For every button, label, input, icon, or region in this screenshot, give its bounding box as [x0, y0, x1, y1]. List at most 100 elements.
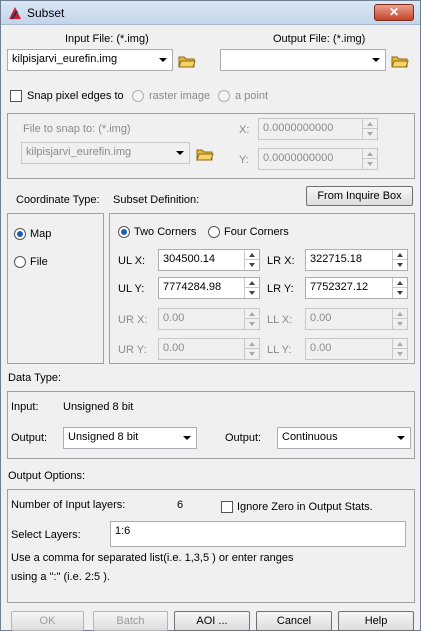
help-button[interactable]: Help	[338, 611, 414, 631]
a-point-radio[interactable]	[218, 90, 230, 102]
lry-label: LR Y:	[267, 283, 294, 295]
spinner-icon[interactable]	[392, 278, 407, 298]
lrx-label: LR X:	[267, 255, 295, 267]
snap-file-value: kilpisjarvi_eurefin.img	[26, 146, 132, 158]
file-radio[interactable]	[14, 256, 26, 268]
lrx-field[interactable]: 322715.18	[305, 249, 408, 271]
two-corners-radio[interactable]	[118, 226, 130, 238]
raster-image-label: raster image	[149, 90, 211, 102]
ignore-zero-label: Ignore Zero in Output Stats.	[237, 501, 373, 513]
spinner-icon[interactable]	[362, 119, 377, 139]
ury-field[interactable]: 0.00	[158, 338, 260, 360]
spinner-icon[interactable]	[244, 278, 259, 298]
uly-field[interactable]: 7774284.98	[158, 277, 260, 299]
window-title: Subset	[27, 6, 65, 20]
ulx-value: 304500.14	[163, 253, 215, 265]
spinner-icon[interactable]	[244, 250, 259, 270]
app-icon	[9, 7, 21, 20]
snap-file-combo[interactable]: kilpisjarvi_eurefin.img	[21, 142, 190, 164]
snap-checkbox[interactable]	[10, 90, 22, 102]
data-type-label: Data Type:	[8, 372, 61, 384]
output-layer-type-combo[interactable]: Continuous	[277, 427, 411, 449]
llx-value: 0.00	[310, 312, 332, 324]
subset-definition-label: Subset Definition:	[113, 194, 200, 206]
batch-button[interactable]: Batch	[93, 611, 168, 631]
two-corners-label: Two Corners	[134, 226, 197, 238]
input-type-value: Unsigned 8 bit	[63, 401, 134, 413]
map-radio[interactable]	[14, 228, 26, 240]
chevron-down-icon	[183, 436, 191, 440]
cancel-button[interactable]: Cancel	[256, 611, 332, 631]
spinner-icon[interactable]	[392, 309, 407, 329]
chevron-down-icon	[159, 58, 167, 62]
input-layers-value: 6	[177, 499, 184, 511]
map-label: Map	[30, 228, 52, 240]
ignore-zero-checkbox[interactable]	[221, 501, 233, 513]
output-file-combo[interactable]	[220, 49, 386, 71]
input-layers-label: Number of Input layers:	[11, 499, 126, 511]
snap-x-label: X:	[239, 124, 250, 136]
input-type-label: Input:	[11, 401, 39, 413]
output-layer-type-value: Continuous	[282, 431, 338, 443]
uly-value: 7774284.98	[163, 281, 222, 293]
llx-label: LL X:	[267, 314, 293, 326]
close-button[interactable]: ✕	[374, 4, 414, 21]
four-corners-radio[interactable]	[208, 226, 220, 238]
snap-label: Snap pixel edges to	[27, 90, 124, 102]
snap-x-field[interactable]: 0.0000000000	[258, 118, 378, 140]
snap-file-label: File to snap to: (*.img)	[23, 123, 131, 135]
output-type-label: Output:	[11, 432, 48, 444]
ury-label: UR Y:	[118, 344, 147, 356]
lrx-value: 322715.18	[310, 253, 362, 265]
lly-label: LL Y:	[267, 344, 292, 356]
subset-dialog: Subset ✕ Input File: (*.img) Output File…	[0, 0, 421, 631]
folder-open-icon[interactable]	[178, 54, 196, 68]
uly-label: UL Y:	[118, 283, 145, 295]
lly-value: 0.00	[310, 342, 332, 354]
spinner-icon[interactable]	[392, 339, 407, 359]
input-file-combo[interactable]: kilpisjarvi_eurefin.img	[7, 49, 173, 71]
snap-x-value: 0.0000000000	[263, 122, 334, 134]
aoi-button[interactable]: AOI ...	[174, 611, 250, 631]
output-file-label: Output File: (*.img)	[273, 33, 366, 45]
title-bar: Subset ✕	[1, 1, 420, 25]
ury-value: 0.00	[163, 342, 185, 354]
select-layers-value: 1:6	[115, 525, 131, 537]
snap-y-label: Y:	[239, 154, 249, 166]
from-inquire-box-button[interactable]: From Inquire Box	[306, 186, 413, 206]
lry-field[interactable]: 7752327.12	[305, 277, 408, 299]
snap-y-value: 0.0000000000	[263, 152, 334, 164]
four-corners-label: Four Corners	[224, 226, 289, 238]
raster-image-radio[interactable]	[132, 90, 144, 102]
output-layer-type-label: Output:	[225, 432, 262, 444]
chevron-down-icon	[372, 58, 380, 62]
layers-hint-line1: Use a comma for separated list(i.e. 1,3,…	[11, 552, 294, 564]
output-options-label: Output Options:	[8, 470, 86, 482]
output-type-combo[interactable]: Unsigned 8 bit	[63, 427, 197, 449]
urx-label: UR X:	[118, 314, 148, 326]
input-file-value: kilpisjarvi_eurefin.img	[12, 53, 118, 65]
ulx-field[interactable]: 304500.14	[158, 249, 260, 271]
ulx-label: UL X:	[118, 255, 146, 267]
output-type-value: Unsigned 8 bit	[68, 431, 139, 443]
input-file-label: Input File: (*.img)	[65, 33, 149, 45]
ok-button[interactable]: OK	[11, 611, 84, 631]
file-label: File	[30, 256, 48, 268]
lry-value: 7752327.12	[310, 281, 369, 293]
spinner-icon[interactable]	[362, 149, 377, 169]
coordinate-type-label: Coordinate Type:	[16, 194, 100, 206]
spinner-icon[interactable]	[244, 339, 259, 359]
a-point-label: a point	[235, 90, 269, 102]
select-layers-label: Select Layers:	[11, 529, 81, 541]
folder-open-icon[interactable]	[391, 54, 409, 68]
select-layers-input[interactable]: 1:6	[110, 521, 406, 547]
lly-field[interactable]: 0.00	[305, 338, 408, 360]
spinner-icon[interactable]	[392, 250, 407, 270]
urx-field[interactable]: 0.00	[158, 308, 260, 330]
llx-field[interactable]: 0.00	[305, 308, 408, 330]
spinner-icon[interactable]	[244, 309, 259, 329]
chevron-down-icon	[176, 151, 184, 155]
layers-hint-line2: using a ":" (i.e. 2:5 ).	[11, 571, 110, 583]
snap-y-field[interactable]: 0.0000000000	[258, 148, 378, 170]
folder-open-icon[interactable]	[196, 147, 214, 161]
